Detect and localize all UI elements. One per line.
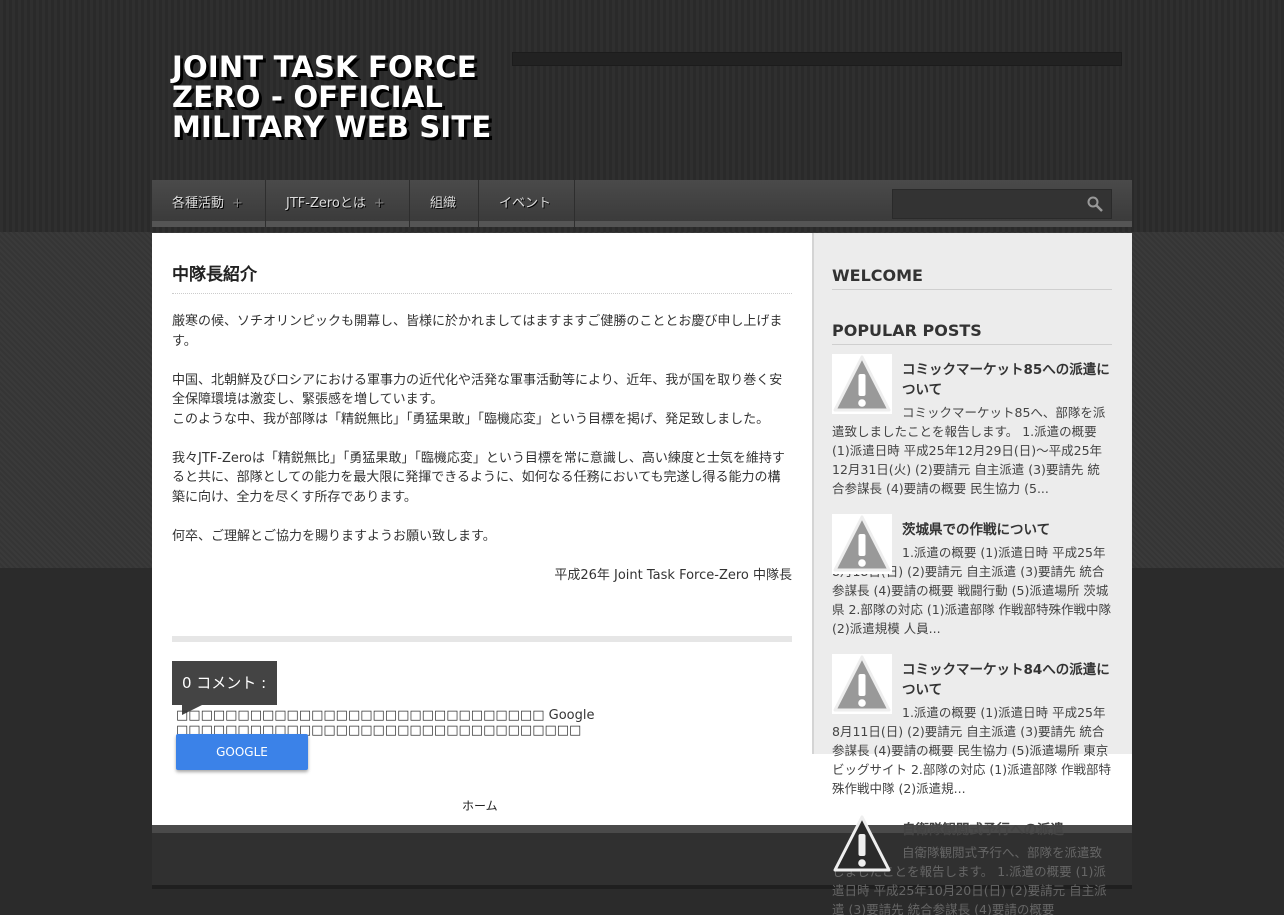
- popular-post-title-link[interactable]: 自衛隊観閲式予行への派遣: [902, 820, 1112, 840]
- post-signature: 平成26年 Joint Task Force-Zero 中隊長: [554, 567, 792, 583]
- nav-item-about[interactable]: JTF-Zeroとは +: [266, 180, 410, 227]
- post-paragraph: 中国、北朝鮮及びロシアにおける軍事力の近代化や活発な軍事活動等により、近年、我が…: [172, 372, 783, 408]
- nav-item-label: JTF-Zeroとは: [286, 196, 366, 211]
- submenu-plus-icon: +: [373, 196, 385, 211]
- post-paragraph: 何卒、ご理解とご協力を賜りますようお願い致します。: [172, 528, 496, 544]
- popular-post-snippet: 1.派遣の概要 (1)派遣日時 平成25年8月11日(日) (2)要請元 自主派…: [832, 705, 1112, 796]
- comments-header: 0 コメント :: [172, 661, 277, 705]
- post-paragraph: 厳寒の候、ソチオリンピックも開幕し、皆様に於かれましてはますますご健勝のこととお…: [172, 314, 783, 349]
- warning-triangle-icon[interactable]: [832, 654, 892, 714]
- home-link[interactable]: ホーム: [462, 797, 498, 814]
- popular-post-title-link[interactable]: コミックマーケット84への派遣について: [902, 660, 1112, 700]
- search-input[interactable]: [892, 189, 1112, 219]
- post-paragraph: 我々JTF-Zeroは「精鋭無比」「勇猛果敢」「臨機応変」という目標を常に意識し…: [172, 450, 785, 505]
- site-title-line: ZERO - OFFICIAL: [172, 80, 444, 114]
- nav-item-label: イベント: [499, 196, 552, 211]
- comments-note-text: □□□□□□□□□□□□□□□□□□□□□□□□□□□□□□: [176, 708, 549, 723]
- post-paragraph: このような中、我が部隊は「精鋭無比」「勇猛果敢」「臨機応変」という目標を掲げ、発…: [172, 411, 770, 427]
- popular-post-title-link[interactable]: 茨城県での作戦について: [902, 520, 1112, 540]
- warning-triangle-icon[interactable]: [832, 514, 892, 574]
- nav-item-events[interactable]: イベント: [479, 180, 575, 227]
- site-title-line: MILITARY WEB SITE: [172, 110, 492, 144]
- magnifier-icon[interactable]: [1087, 196, 1103, 212]
- popular-posts-title: POPULAR POSTS: [832, 321, 1112, 345]
- popular-post-snippet: コミックマーケット85へ、部隊を派遣致しましたことを報告します。 1.派遣の概要…: [832, 405, 1106, 496]
- popular-post-title-link[interactable]: コミックマーケット85への派遣について: [902, 360, 1112, 400]
- warning-triangle-icon[interactable]: [832, 814, 892, 874]
- nav-item-activities[interactable]: 各種活動 +: [152, 180, 266, 227]
- post-body: 厳寒の候、ソチオリンピックも開幕し、皆様に於かれましてはますますご健勝のこととお…: [172, 312, 792, 585]
- nav-item-organization[interactable]: 組織: [410, 180, 479, 227]
- google-sign-in-button[interactable]: GOOGLE □□□□□□□□□□: [176, 734, 308, 795]
- popular-post-item: 茨城県での作戦について 1.派遣の概要 (1)派遣日時 平成25年8月18日(日…: [832, 514, 1112, 638]
- warning-triangle-icon[interactable]: [832, 354, 892, 414]
- popular-post-item: コミックマーケット85への派遣について コミックマーケット85へ、部隊を派遣致し…: [832, 354, 1112, 498]
- welcome-widget-title: WELCOME: [832, 266, 1112, 290]
- comments-note-google: Google: [548, 708, 595, 723]
- post-title: 中隊長紹介: [172, 260, 792, 294]
- nav-item-label: 組織: [430, 196, 457, 211]
- post-divider: [172, 636, 792, 642]
- nav-item-label: 各種活動: [172, 196, 225, 211]
- site-title[interactable]: JOINT TASK FORCE ZERO - OFFICIAL MILITAR…: [172, 52, 502, 142]
- popular-post-item: 自衛隊観閲式予行への派遣 自衛隊観閲式予行へ、部隊を派遣致しましたことを報告しま…: [832, 815, 1112, 915]
- header-banner-area: [512, 52, 1122, 66]
- site-title-line: JOINT TASK FORCE: [172, 50, 477, 84]
- popular-post-item: コミックマーケット84への派遣について 1.派遣の概要 (1)派遣日時 平成25…: [832, 654, 1112, 798]
- submenu-plus-icon: +: [232, 196, 243, 211]
